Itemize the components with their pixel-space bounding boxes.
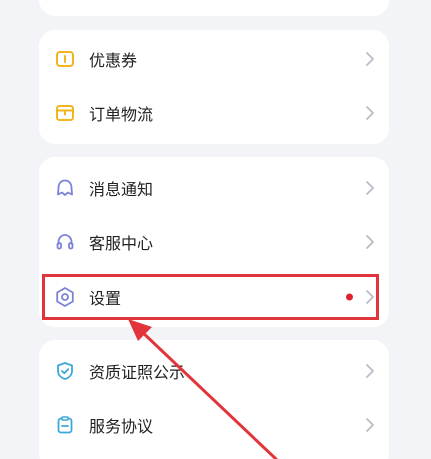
menu-group-3: 资质证照公示 服务协议 <box>39 340 389 459</box>
menu-item-label: 客服中心 <box>89 234 154 253</box>
menu-item-label: 订单物流 <box>89 105 154 124</box>
chevron-right-icon <box>366 52 374 66</box>
menu-item-label: 消息通知 <box>89 180 154 199</box>
menu-group-1: 优惠券 订单物流 <box>39 30 389 144</box>
menu-item-label: 资质证照公示 <box>89 363 186 382</box>
chevron-right-icon <box>366 235 374 249</box>
clipboard-icon <box>53 413 77 437</box>
bell-icon <box>53 176 77 200</box>
coupon-icon <box>53 47 77 71</box>
menu-card-partial <box>39 0 389 16</box>
shield-check-icon <box>53 359 77 383</box>
menu-item-label: 优惠券 <box>89 51 138 70</box>
menu-item-service-agreement[interactable]: 服务协议 <box>39 398 389 452</box>
menu-item-coupons[interactable]: 优惠券 <box>39 32 389 86</box>
menu-item-notifications[interactable]: 消息通知 <box>39 161 389 215</box>
chevron-right-icon <box>366 106 374 120</box>
package-icon <box>53 101 77 125</box>
chevron-right-icon <box>366 181 374 195</box>
menu-item-label: 服务协议 <box>89 417 154 436</box>
menu-item-qualifications[interactable]: 资质证照公示 <box>39 344 389 398</box>
chevron-right-icon <box>366 418 374 432</box>
headset-icon <box>53 230 77 254</box>
annotation-highlight-box <box>42 274 379 320</box>
chevron-right-icon <box>366 364 374 378</box>
menu-item-order-logistics[interactable]: 订单物流 <box>39 86 389 140</box>
menu-item-customer-service[interactable]: 客服中心 <box>39 215 389 269</box>
